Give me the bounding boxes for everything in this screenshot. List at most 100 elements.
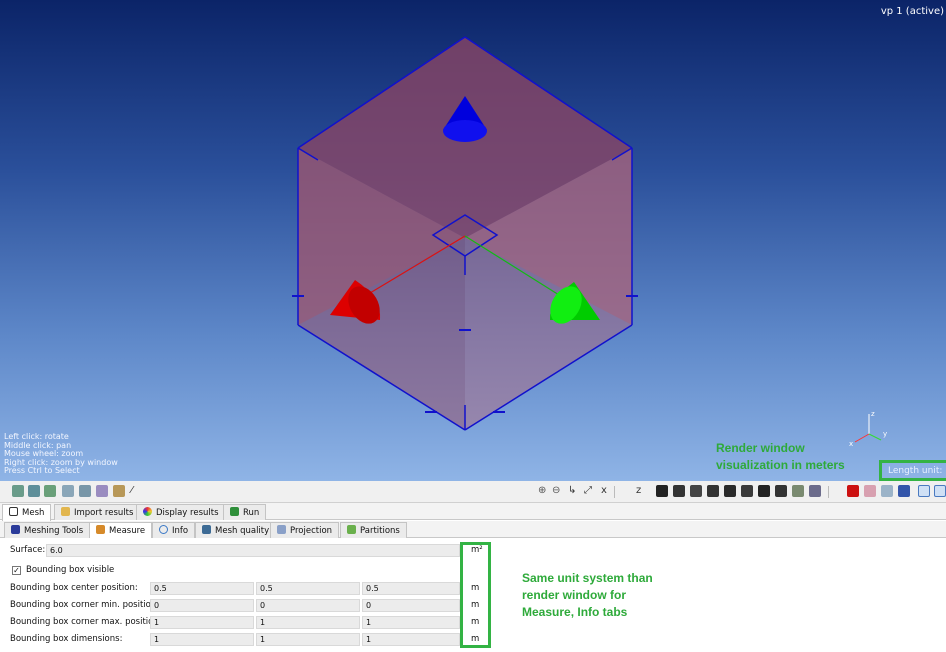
- z-view-label[interactable]: z: [636, 485, 641, 497]
- mesh-tool-icon[interactable]: [62, 485, 74, 497]
- tab-partitions[interactable]: Partitions: [340, 522, 407, 538]
- tab-projection[interactable]: Projection: [270, 522, 340, 538]
- mesh-tool-icon[interactable]: [12, 485, 24, 497]
- layout-icon[interactable]: [934, 485, 946, 497]
- toolbar-separator: [828, 486, 829, 498]
- red-cube-icon[interactable]: [847, 485, 859, 497]
- bbox-max-z-field[interactable]: 1: [362, 616, 460, 629]
- axis-x-label: x: [849, 440, 853, 448]
- ruler-icon: [96, 525, 105, 534]
- bbox-dim-y-field[interactable]: 1: [256, 633, 360, 646]
- viewport-label: vp 1 (active): [880, 6, 944, 17]
- axis-y-label: y: [883, 430, 887, 438]
- cube-scene: [292, 36, 638, 431]
- shaded-cube-icon[interactable]: [898, 485, 910, 497]
- bbox-max-y-field[interactable]: 1: [256, 616, 360, 629]
- grid-icon: [9, 507, 18, 516]
- note-line: Same unit system than: [522, 571, 653, 585]
- palette-icon: [143, 507, 152, 516]
- mesh-tool-icon[interactable]: [44, 485, 56, 497]
- tab-meshing-tools[interactable]: Meshing Tools: [4, 522, 91, 538]
- hint-line: Press Ctrl to Select: [4, 466, 80, 476]
- mouse-hints: Left click: rotate Middle click: pan Mou…: [4, 432, 118, 476]
- bbox-dim-x-field[interactable]: 1: [150, 633, 254, 646]
- measure-unit-note: Same unit system than render window for …: [522, 570, 653, 621]
- note-line: Measure, Info tabs: [522, 605, 628, 619]
- tab-run[interactable]: Run: [223, 504, 267, 520]
- view-cube-icon[interactable]: [673, 485, 685, 497]
- wand-icon[interactable]: ⁄: [131, 485, 133, 497]
- partitions-icon: [347, 525, 356, 534]
- note-line: Render window: [716, 441, 805, 455]
- tab-import-results[interactable]: Import results: [54, 504, 141, 520]
- tab-label: Import results: [74, 508, 134, 518]
- mesh-tool-icon[interactable]: [113, 485, 125, 497]
- main-toolbar: ⁄ ⊕ ⊖ ↳ ⤢ x z: [0, 481, 946, 503]
- cube-icon: [11, 525, 20, 534]
- bbox-dim-z-field[interactable]: 1: [362, 633, 460, 646]
- scatter-icon[interactable]: [881, 485, 893, 497]
- zoom-out-icon[interactable]: ⊖: [552, 485, 560, 497]
- tab-label: Display results: [156, 508, 219, 518]
- tab-label: Meshing Tools: [24, 526, 84, 536]
- tab-info[interactable]: Info: [152, 522, 196, 538]
- length-unit-indicator: Length unit: m: [879, 460, 946, 481]
- mesh-tool-icon[interactable]: [96, 485, 108, 497]
- bbox-dimensions-label: Bounding box dimensions:: [10, 634, 123, 644]
- camera-icon[interactable]: [809, 485, 821, 497]
- view-cube-icon[interactable]: [741, 485, 753, 497]
- tab-label: Partitions: [360, 526, 400, 536]
- bbox-visible-checkbox[interactable]: ✓: [12, 566, 21, 575]
- zoom-in-icon[interactable]: ⊕: [538, 485, 546, 497]
- view-cube-icon[interactable]: [758, 485, 770, 497]
- render-viewport[interactable]: vp 1 (active) Left click: rotate Middle …: [0, 0, 946, 481]
- folder-icon: [61, 507, 70, 516]
- toolbar-separator: [614, 486, 615, 498]
- tab-mesh[interactable]: Mesh: [2, 504, 52, 521]
- bbox-center-label: Bounding box center position:: [10, 583, 138, 593]
- tab-display-results[interactable]: Display results: [136, 504, 226, 520]
- tab-label: Mesh quality: [215, 526, 270, 536]
- note-line: render window for: [522, 588, 627, 602]
- orientation-axes-icon: z y x: [849, 410, 887, 448]
- view-cube-icon[interactable]: [775, 485, 787, 497]
- tab-measure[interactable]: Measure: [89, 522, 153, 539]
- surface-field[interactable]: 6.0: [46, 544, 460, 557]
- bbox-center-x-field[interactable]: 0.5: [150, 582, 254, 595]
- mesh-tool-icon[interactable]: [28, 485, 40, 497]
- tab-label: Run: [243, 508, 260, 518]
- mesh-tool-icon[interactable]: [79, 485, 91, 497]
- main-tab-bar: Mesh Import results Display results Run: [0, 503, 946, 521]
- view-axis-icon[interactable]: ⤢: [584, 485, 592, 497]
- view-axis-icon[interactable]: ↳: [568, 485, 576, 497]
- layout-icon[interactable]: [918, 485, 930, 497]
- bbox-center-y-field[interactable]: 0.5: [256, 582, 360, 595]
- unit-highlight-frame: [460, 542, 491, 648]
- quality-icon: [202, 525, 211, 534]
- projection-icon: [277, 525, 286, 534]
- view-cube-icon[interactable]: [690, 485, 702, 497]
- bbox-max-x-field[interactable]: 1: [150, 616, 254, 629]
- x-view-label[interactable]: x: [601, 485, 607, 497]
- bbox-min-x-field[interactable]: 0: [150, 599, 254, 612]
- tab-label: Info: [172, 526, 189, 536]
- sub-tab-bar: Meshing Tools Measure Info Mesh quality …: [0, 521, 946, 539]
- render-window-note: Render window visualization in meters: [716, 440, 845, 474]
- view-cube-icon[interactable]: [656, 485, 668, 497]
- tab-mesh-quality[interactable]: Mesh quality: [195, 522, 277, 538]
- view-cube-icon[interactable]: [724, 485, 736, 497]
- tab-label: Projection: [290, 526, 333, 536]
- view-cube-icon[interactable]: [707, 485, 719, 497]
- axis-z-label: z: [871, 410, 875, 418]
- tab-label: Mesh: [22, 508, 45, 518]
- run-icon: [230, 507, 239, 516]
- bbox-min-z-field[interactable]: 0: [362, 599, 460, 612]
- note-line: visualization in meters: [716, 458, 845, 472]
- tab-label: Measure: [109, 526, 146, 536]
- bbox-visible-label: Bounding box visible: [26, 565, 115, 575]
- bbox-max-label: Bounding box corner max. position:: [10, 617, 162, 627]
- bbox-min-y-field[interactable]: 0: [256, 599, 360, 612]
- points-icon[interactable]: [864, 485, 876, 497]
- clip-icon[interactable]: [792, 485, 804, 497]
- bbox-center-z-field[interactable]: 0.5: [362, 582, 460, 595]
